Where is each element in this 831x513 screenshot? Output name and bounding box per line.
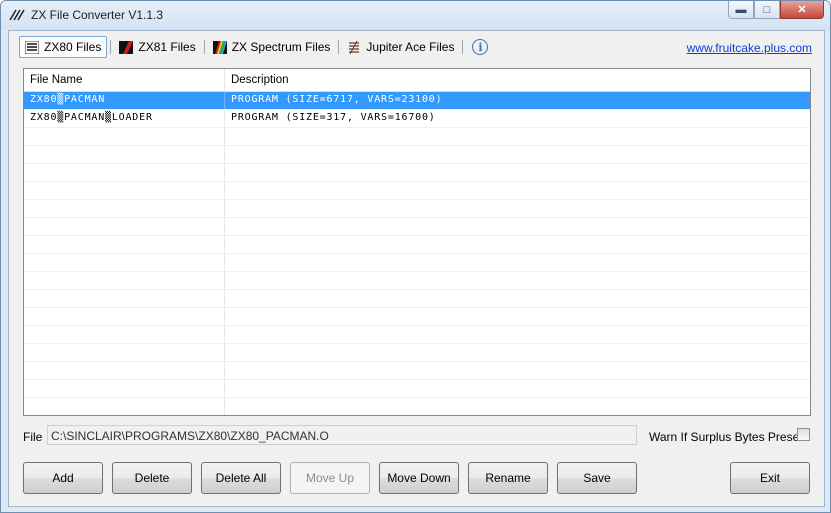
empty-row <box>24 254 810 272</box>
add-button[interactable]: Add <box>23 462 103 494</box>
tab-label: ZX81 Files <box>138 40 196 54</box>
description-cell[interactable]: PROGRAM (SIZE=6717, VARS=23100) <box>225 92 810 109</box>
zx-spectrum-icon <box>212 40 227 54</box>
empty-row <box>24 308 810 326</box>
file-name-cell[interactable]: ZX80▒PACMAN▒LOADER <box>24 110 225 127</box>
empty-row <box>24 398 810 415</box>
tab-label: ZX80 Files <box>44 40 102 54</box>
separator <box>203 40 205 54</box>
empty-row <box>24 164 810 182</box>
jupiter-ace-icon <box>349 40 360 54</box>
tab-zx81-files[interactable]: ZX81 Files <box>114 37 200 57</box>
file-path-field: C:\SINCLAIR\PROGRAMS\ZX80\ZX80_PACMAN.O <box>47 425 637 445</box>
maximize-button[interactable]: □ <box>754 1 780 19</box>
format-toolbar: ZX80 Files ZX81 Files ZX Spectrum Files … <box>19 35 489 59</box>
empty-row <box>24 236 810 254</box>
empty-row <box>24 290 810 308</box>
minimize-button[interactable]: ▬ <box>728 1 754 19</box>
move-down-button[interactable]: Move Down <box>379 462 459 494</box>
delete-button[interactable]: Delete <box>112 462 192 494</box>
empty-row <box>24 146 810 164</box>
empty-row <box>24 326 810 344</box>
tab-zx-spectrum-files[interactable]: ZX Spectrum Files <box>208 37 336 57</box>
warn-surplus-checkbox[interactable] <box>797 428 810 441</box>
exit-button[interactable]: Exit <box>730 462 810 494</box>
empty-row <box>24 128 810 146</box>
info-icon[interactable]: i <box>472 39 489 55</box>
warn-surplus-label: Warn If Surplus Bytes Present <box>649 430 810 444</box>
move-up-button: Move Up <box>290 462 370 494</box>
separator <box>462 40 464 54</box>
title-bar[interactable]: ZX File Converter V1.1.3 ▬ □ ✕ <box>1 1 830 30</box>
empty-row <box>24 380 810 398</box>
empty-row <box>24 200 810 218</box>
app-window: ZX File Converter V1.1.3 ▬ □ ✕ ZX80 File… <box>0 0 831 513</box>
tab-label: Jupiter Ace Files <box>366 40 455 54</box>
empty-row <box>24 344 810 362</box>
file-list-table[interactable]: File Name Description ZX80▒PACMAN PROGRA… <box>23 68 811 416</box>
close-button[interactable]: ✕ <box>780 1 824 19</box>
zx80-icon <box>25 40 39 54</box>
empty-row <box>24 362 810 380</box>
website-link[interactable]: www.fruitcake.plus.com <box>687 41 812 55</box>
app-icon <box>9 9 25 21</box>
zx81-icon <box>119 40 134 54</box>
description-cell[interactable]: PROGRAM (SIZE=317, VARS=16700) <box>225 110 810 127</box>
table-row[interactable]: ZX80▒PACMAN PROGRAM (SIZE=6717, VARS=231… <box>24 92 810 110</box>
table-row[interactable]: ZX80▒PACMAN▒LOADER PROGRAM (SIZE=317, VA… <box>24 110 810 128</box>
save-button[interactable]: Save <box>557 462 637 494</box>
table-header: File Name Description <box>24 69 810 92</box>
file-label: File <box>23 430 43 444</box>
separator <box>338 40 340 54</box>
empty-row <box>24 182 810 200</box>
tab-label: ZX Spectrum Files <box>231 40 331 54</box>
empty-rows <box>24 128 810 415</box>
file-name-cell[interactable]: ZX80▒PACMAN <box>24 92 225 109</box>
tab-zx80-files[interactable]: ZX80 Files <box>19 36 108 58</box>
window-title: ZX File Converter V1.1.3 <box>31 8 164 22</box>
column-header-description[interactable]: Description <box>225 69 810 91</box>
column-header-file-name[interactable]: File Name <box>24 69 225 91</box>
separator <box>110 40 112 54</box>
tab-jupiter-ace-files[interactable]: Jupiter Ace Files <box>342 37 459 57</box>
window-controls: ▬ □ ✕ <box>728 1 824 21</box>
empty-row <box>24 272 810 290</box>
client-area: ZX80 Files ZX81 Files ZX Spectrum Files … <box>8 30 825 507</box>
empty-row <box>24 218 810 236</box>
rename-button[interactable]: Rename <box>468 462 548 494</box>
delete-all-button[interactable]: Delete All <box>201 462 281 494</box>
